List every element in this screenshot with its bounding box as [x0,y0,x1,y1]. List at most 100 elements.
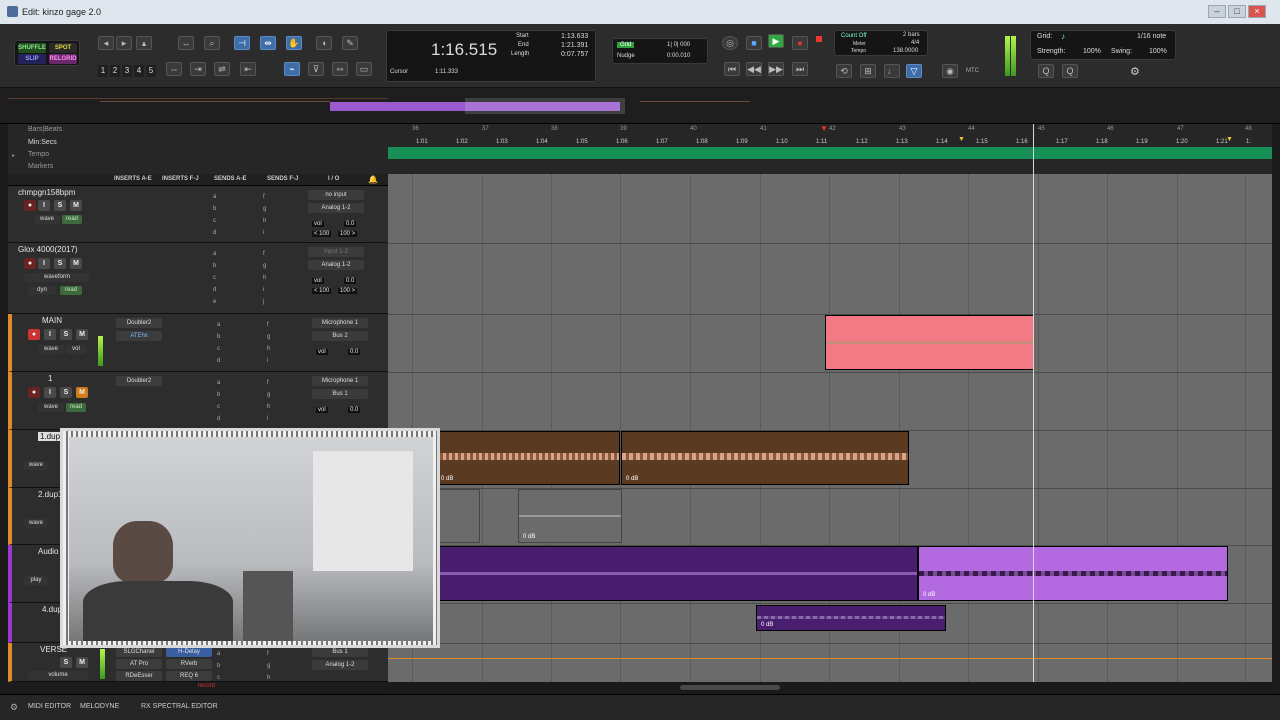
zoom-preset-2[interactable]: 2 [110,65,120,77]
audio-clip-dup1-a[interactable]: 0 dB [436,431,620,485]
insert-slot[interactable]: ATEhx [116,331,162,341]
send-slot[interactable]: d [217,416,220,422]
grid-setting-value[interactable]: 1/16 note [1137,33,1166,40]
send-slot[interactable]: b [217,334,220,340]
solo-button[interactable]: S [60,329,72,340]
meter-value[interactable]: 4/4 [911,40,919,46]
input-selector[interactable]: Microphone 1 [312,318,368,328]
count-off-label[interactable]: Count Off [841,33,867,39]
send-slot[interactable]: g [263,263,266,269]
pan-left-value[interactable]: < 100 [312,231,332,237]
tab-melodyne[interactable]: MELODYNE [80,703,119,710]
mtc-label[interactable]: MTC [966,68,979,74]
record-arm-button[interactable]: ● [24,258,36,269]
pan-right-value[interactable]: 100 > [338,231,358,237]
insert-slot[interactable]: H-Delay [166,647,212,657]
send-slot[interactable]: g [263,206,266,212]
output-selector[interactable]: Bus 2 [312,331,368,341]
pan-right-value[interactable]: 100 > [338,288,358,294]
track-view-selector[interactable]: wave [38,403,64,412]
send-slot[interactable]: a [213,194,216,200]
link-timeline-icon[interactable]: ⇔ [166,62,182,76]
input-monitor-button[interactable]: I [38,200,50,211]
audio-clip-dup1-b[interactable]: 0 dB [621,431,909,485]
shuffle-mode[interactable]: SHUFFLE [18,43,46,53]
universe-overview[interactable] [0,88,1280,124]
stop-button[interactable]: ■ [746,36,762,50]
end-value[interactable]: 1:21.391 [561,42,588,49]
track-name[interactable]: MAIN [42,316,62,325]
count-off-bars[interactable]: 2 bars [903,32,920,38]
smart-tool-icon[interactable]: ⊽ [308,62,324,76]
volume-value[interactable]: 0.0 [344,221,357,227]
maximize-button[interactable]: □ [1228,5,1246,18]
input-selector[interactable]: Bus 1 [312,647,368,657]
scroll-thumb[interactable] [680,685,780,690]
scrubber-tool-icon[interactable]: ◖ [316,36,332,50]
insert-slot[interactable]: Doubler2 [116,318,162,328]
automation-mode[interactable]: vol [66,345,86,354]
input-monitor-button[interactable]: I [38,258,50,269]
track-row[interactable]: MAIN ● I S M wave vol Doubler2 ATEhx a b… [8,314,388,372]
track-row[interactable]: Glox 4000(2017) ● I S M waveform dyn rea… [8,243,388,314]
track-name[interactable]: chmpgn158bpm [18,188,75,197]
pan-left-value[interactable]: < 100 [312,288,332,294]
insert-slot[interactable]: AT Pro [116,659,162,669]
volume-value[interactable]: 0.0 [348,407,361,413]
grid-value[interactable]: 1| 0| 000 [667,42,690,48]
record-arm-button[interactable]: ● [28,329,40,340]
send-slot[interactable]: a [217,651,220,657]
send-slot[interactable]: b [217,392,220,398]
input-monitor-button[interactable]: I [44,387,56,398]
audio-clip-audio2-selected[interactable]: 0 dB [918,546,1228,601]
send-slot[interactable]: a [217,322,220,328]
send-slot[interactable]: h [263,218,266,224]
solo-button[interactable]: S [54,258,66,269]
zoom-preset-4[interactable]: 4 [134,65,144,77]
send-slot[interactable]: i [263,230,264,236]
send-slot[interactable]: a [217,380,220,386]
settings-gear-icon[interactable]: ⚙ [1130,65,1140,78]
track-view-selector[interactable]: wave [24,461,48,470]
send-slot[interactable]: i [267,416,268,422]
record-mode-icon[interactable] [816,36,822,42]
send-slot[interactable]: i [263,287,264,293]
input-selector[interactable]: no input [308,190,364,200]
mirror-midi-icon[interactable]: ⇌ [214,62,230,76]
slip-mode[interactable]: SLIP [18,54,46,64]
tab-midi-editor[interactable]: MIDI EDITOR [28,703,71,710]
rewind-icon[interactable]: ◀◀ [746,62,762,76]
send-slot[interactable]: i [267,358,268,364]
record-arm-button[interactable]: ● [28,387,40,398]
strength-value[interactable]: 100% [1083,48,1101,55]
grid-label[interactable]: Grid [617,42,635,48]
start-value[interactable]: 1:13.633 [561,33,588,40]
nudge-label[interactable]: Nudge [617,53,635,59]
input-selector[interactable]: Input 1-2 [308,247,364,257]
track-row[interactable]: chmpgn158bpm ● I S M wave read a b c d f… [8,186,388,243]
tempo-expand-icon[interactable]: ▸ [12,152,15,159]
insert-slot[interactable]: RVerb [166,659,212,669]
minimize-button[interactable]: – [1208,5,1226,18]
audio-clip-main[interactable] [825,315,1034,370]
send-slot[interactable]: c [213,218,216,224]
send-slot[interactable]: g [267,334,270,340]
automation-mode[interactable]: read [60,286,82,295]
track-name[interactable]: Glox 4000(2017) [18,245,78,254]
solo-button[interactable]: S [60,657,72,668]
loop-icon[interactable]: ⟲ [836,64,852,78]
track-view-selector[interactable]: waveform [24,273,90,282]
quantize-icon[interactable]: Q [1038,64,1054,78]
track-row[interactable]: 1 ● I S M wave read Doubler2 a b c d f g… [8,372,388,430]
tab-transient-icon[interactable]: ⇥ [190,62,206,76]
send-slot[interactable]: c [213,275,216,281]
magnify-icon[interactable]: ⌕ [204,36,220,50]
audio-clip-dup4[interactable]: 0 dB [756,605,946,631]
conductor-icon[interactable]: ♩ [884,64,900,78]
send-slot[interactable]: b [213,263,216,269]
quantize-menu-icon[interactable]: Q [1062,64,1078,78]
send-slot[interactable]: h [263,275,266,281]
tab-rx-spectral-editor[interactable]: RX SPECTRAL EDITOR [141,703,218,710]
send-slot[interactable]: d [213,287,216,293]
send-slot[interactable]: a [213,251,216,257]
